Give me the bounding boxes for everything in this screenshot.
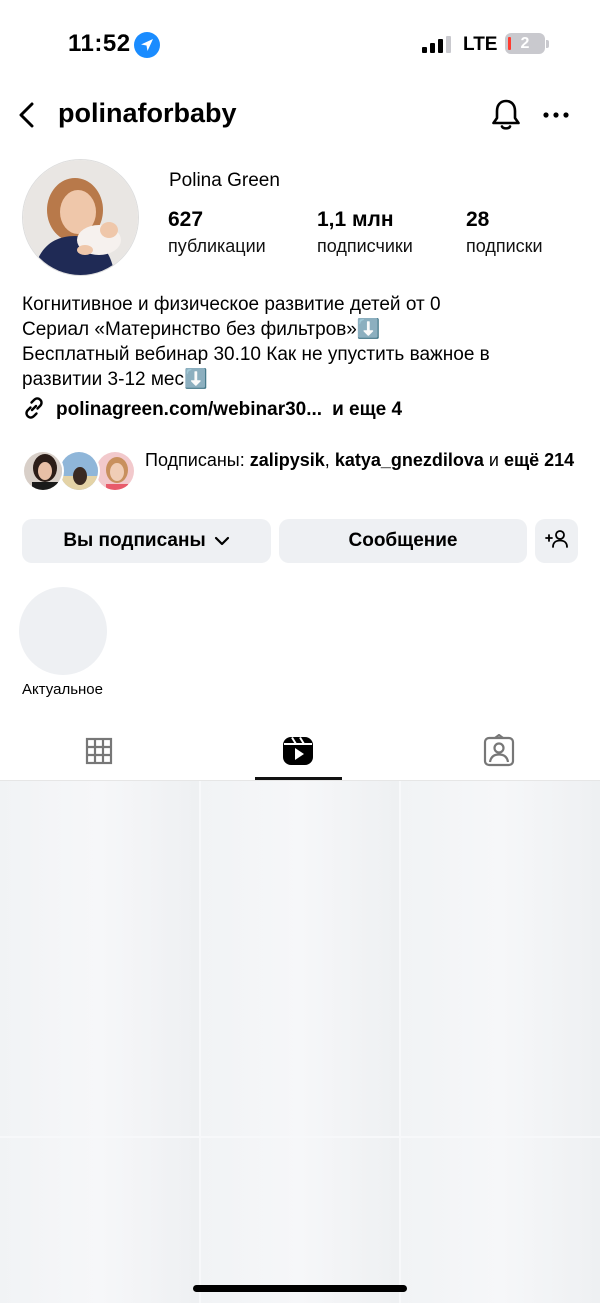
profile-username: polinaforbaby [58, 98, 237, 128]
highlight-label: Актуальное [22, 681, 103, 698]
tagged-icon[interactable] [482, 733, 516, 768]
follower-avatar [94, 450, 136, 492]
add-person-icon [544, 529, 569, 554]
following-label: Вы подписаны [63, 530, 206, 551]
profile-full-name: Polina Green [169, 170, 280, 191]
location-arrow-icon [134, 32, 160, 58]
suggest-people-button[interactable] [535, 519, 578, 563]
followed-by[interactable]: Подписаны: zalipysik, katya_gnezdilova и… [22, 446, 582, 496]
stat-followers-count: 1,1 млн [317, 208, 394, 231]
stat-following-count: 28 [466, 208, 490, 231]
status-bar: 11:52 LTE 2 [0, 0, 600, 90]
grid-cell[interactable] [401, 781, 600, 1136]
stat-following-label: подписки [466, 236, 543, 256]
reels-grid [0, 781, 600, 1303]
profile-avatar[interactable] [22, 159, 139, 276]
cellular-signal-icon [422, 36, 454, 59]
follower-avatar [58, 450, 100, 492]
bio-line: Бесплатный вебинар 30.10 Как не упустить… [22, 344, 490, 365]
followed-and: и [483, 450, 504, 470]
grid-cell[interactable] [0, 1138, 199, 1303]
network-type: LTE [463, 34, 498, 55]
followed-more: ещё 214 [503, 450, 575, 470]
bio-line: Сериал «Материнство без фильтров»⬇️ [22, 319, 381, 340]
stat-posts[interactable]: 627 публикации [168, 208, 266, 257]
home-indicator[interactable] [193, 1285, 407, 1292]
stat-followers-label: подписчики [317, 236, 413, 256]
profile-link[interactable]: polinagreen.com/webinar30... [56, 399, 322, 421]
profile-link-row[interactable]: polinagreen.com/webinar30... и еще 4 [22, 396, 402, 424]
link-icon [22, 396, 46, 425]
battery-icon: 2 [505, 33, 545, 54]
highlight-circle[interactable] [19, 587, 107, 675]
message-label: Сообщение [348, 530, 458, 551]
followed-prefix: Подписаны: [145, 450, 250, 470]
battery-level: 2 [520, 35, 530, 52]
message-button[interactable]: Сообщение [279, 519, 527, 563]
grid-cell[interactable] [201, 781, 399, 1136]
back-icon[interactable] [14, 100, 40, 135]
grid-cell[interactable] [401, 1138, 600, 1303]
bio-line: развитии 3-12 мес⬇️ [22, 369, 208, 390]
profile-bio: Когнитивное и физическое развитие детей … [22, 292, 582, 392]
stat-posts-count: 627 [168, 208, 204, 231]
followed-by-text: Подписаны: zalipysik, katya_gnezdilova и… [145, 448, 590, 472]
grid-cell[interactable] [201, 1138, 399, 1303]
profile-header: polinaforbaby [0, 90, 600, 140]
chevron-down-icon [214, 536, 230, 546]
stat-followers[interactable]: 1,1 млн подписчики [317, 208, 413, 257]
following-button[interactable]: Вы подписаны [22, 519, 271, 563]
stat-posts-label: публикации [168, 236, 266, 256]
grid-icon[interactable] [82, 734, 116, 768]
reels-icon[interactable] [281, 734, 315, 768]
more-links[interactable]: и еще 4 [332, 399, 402, 421]
bell-icon[interactable] [490, 98, 522, 137]
profile-tabs [0, 722, 600, 782]
stat-following[interactable]: 28 подписки [466, 208, 543, 257]
follower-avatar [22, 450, 64, 492]
status-time: 11:52 [68, 30, 131, 57]
grid-cell[interactable] [0, 781, 199, 1136]
bio-line: Когнитивное и физическое развитие детей … [22, 294, 441, 315]
more-options-icon[interactable] [543, 106, 569, 124]
followed-user[interactable]: zalipysik [250, 450, 325, 470]
battery-tip [546, 40, 549, 48]
followed-user[interactable]: katya_gnezdilova [335, 450, 484, 470]
followed-sep: , [324, 450, 335, 470]
